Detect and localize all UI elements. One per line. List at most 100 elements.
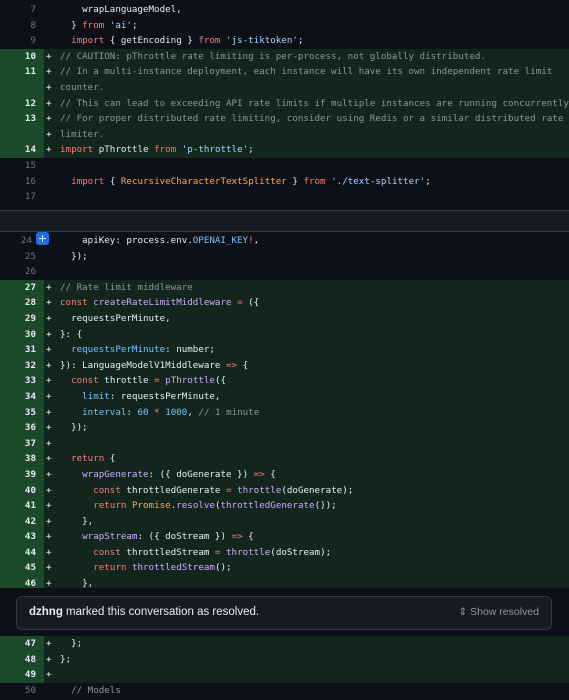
resolved-text: marked this conversation as resolved. (62, 606, 260, 618)
code-token: 'ai' (109, 19, 132, 31)
line-number[interactable]: 36 (0, 420, 36, 436)
code-token: ({ (242, 297, 260, 309)
code-text: requestsPerMinute: number; (60, 342, 215, 358)
code-line: 28 + const createRateLimitMiddleware = ({ (0, 295, 569, 311)
line-number[interactable]: 32 (0, 357, 36, 374)
line-number[interactable]: 34 (0, 388, 36, 405)
line-number[interactable]: 31 (0, 342, 36, 358)
diff-hunk-3: 47 + }; 48 +}; 49 +50 // Models (0, 636, 569, 699)
code-token: pThrottle (93, 144, 155, 156)
code-text: interval: 60 * 1000, // 1 minute (60, 405, 259, 421)
line-number[interactable]: 39 (0, 466, 36, 483)
code-token: pThrottle (165, 375, 215, 387)
code-token: { (264, 468, 276, 480)
line-number[interactable]: 7 (0, 2, 36, 18)
line-number[interactable]: 43 (0, 529, 36, 545)
code-token: }); (60, 422, 88, 434)
line-number[interactable]: 17 (0, 189, 36, 205)
code-token: RecursiveCharacterTextSplitter (120, 175, 287, 187)
addition-marker: + (46, 515, 52, 527)
code-token: (); (214, 562, 232, 574)
line-number[interactable]: 14 (0, 142, 36, 158)
line-number[interactable]: 35 (0, 404, 36, 421)
code-token: { getEncoding } (104, 35, 199, 47)
addition-marker: + (46, 500, 52, 512)
code-token: from (303, 175, 326, 187)
line-number[interactable]: 40 (0, 482, 36, 499)
code-token: throttledStream (131, 562, 215, 574)
code-line: 8 } from 'ai'; (0, 17, 569, 34)
code-text: wrapStream: ({ doStream }) => { (60, 529, 254, 545)
addition-marker: + (46, 328, 52, 340)
code-text: }); (60, 249, 88, 265)
code-line: 33 + const throttle = pThrottle({ (0, 373, 569, 389)
code-token: Promise (131, 500, 171, 512)
code-token: // Rate limit middleware (60, 281, 193, 293)
code-token: // In a multi-instance deployment, each … (60, 66, 553, 78)
code-text: }; (60, 652, 71, 668)
line-number-gutter (0, 126, 44, 143)
addition-marker: + (46, 653, 52, 665)
line-number[interactable]: 37 (0, 435, 36, 452)
line-number[interactable]: 10 (0, 48, 36, 65)
line-number[interactable]: 28 (0, 295, 36, 311)
addition-marker: + (46, 281, 52, 293)
line-number[interactable]: 13 (0, 111, 36, 127)
code-text: return Promise.resolve(throttledGenerate… (60, 498, 337, 514)
plus-icon[interactable]: + (36, 232, 49, 245)
code-token: const (71, 375, 99, 387)
addition-marker: + (46, 81, 52, 93)
line-number[interactable]: 48 (0, 651, 36, 668)
line-number[interactable]: 50 (0, 683, 36, 699)
line-number[interactable]: 44 (0, 544, 36, 561)
code-token: return (71, 453, 105, 465)
code-token: throttledStream (120, 546, 215, 558)
line-number[interactable]: 33 (0, 373, 36, 389)
line-number[interactable]: 9 (0, 33, 36, 49)
line-number[interactable]: 25 (0, 249, 36, 265)
code-line: 13 + // For proper distributed rate limiti… (0, 111, 569, 127)
line-number[interactable]: 41 (0, 498, 36, 514)
line-number[interactable]: 29 (0, 310, 36, 327)
code-text: requestsPerMinute, (60, 311, 171, 327)
code-token: // CAUTION: pThrottle rate limiting is p… (60, 50, 486, 62)
line-number[interactable]: 42 (0, 513, 36, 530)
code-text: }, (60, 514, 93, 530)
code-token: : (126, 406, 138, 418)
code-line: 34 + limit: requestsPerMinute, (0, 388, 569, 405)
diff-hunk-2: 24 apiKey: process.env.OPENAI_KEY!, +25 }… (0, 232, 569, 592)
code-token: wrapGenerate (82, 468, 149, 480)
line-number[interactable]: 8 (0, 18, 36, 34)
line-number[interactable]: 27 (0, 279, 36, 296)
code-token: ()); (314, 500, 337, 512)
line-number[interactable]: 45 (0, 560, 36, 577)
code-text: limiter. (60, 127, 104, 143)
code-token: : number; (165, 344, 215, 356)
code-token: }, (60, 515, 94, 527)
line-number[interactable]: 47 (0, 636, 36, 652)
code-line: 40 + const throttledGenerate = throttle(d… (0, 482, 569, 499)
line-number[interactable]: 16 (0, 174, 36, 190)
code-line: 27 + // Rate limit middleware (0, 279, 569, 296)
line-number[interactable]: 11 (0, 64, 36, 80)
line-number[interactable]: 12 (0, 95, 36, 112)
line-number[interactable]: 49 (0, 667, 36, 683)
line-number[interactable]: 15 (0, 158, 36, 174)
code-token: './text-splitter' (331, 175, 426, 187)
line-number[interactable]: 26 (0, 264, 36, 280)
code-token: const (60, 297, 88, 309)
code-text: // Models (60, 683, 121, 699)
resolved-conversation[interactable]: dzhng marked this conversation as resolv… (16, 596, 552, 630)
line-number[interactable]: 38 (0, 451, 36, 467)
code-token: { (237, 359, 249, 371)
code-line: 32 +}): LanguageModelV1Middleware => { (0, 357, 569, 374)
addition-marker: + (46, 312, 52, 324)
show-resolved-button[interactable]: ⇕ Show resolved (458, 606, 539, 618)
line-number[interactable]: 24 (0, 233, 32, 249)
code-text: // CAUTION: pThrottle rate limiting is p… (60, 49, 486, 65)
line-number[interactable]: 30 (0, 326, 36, 343)
